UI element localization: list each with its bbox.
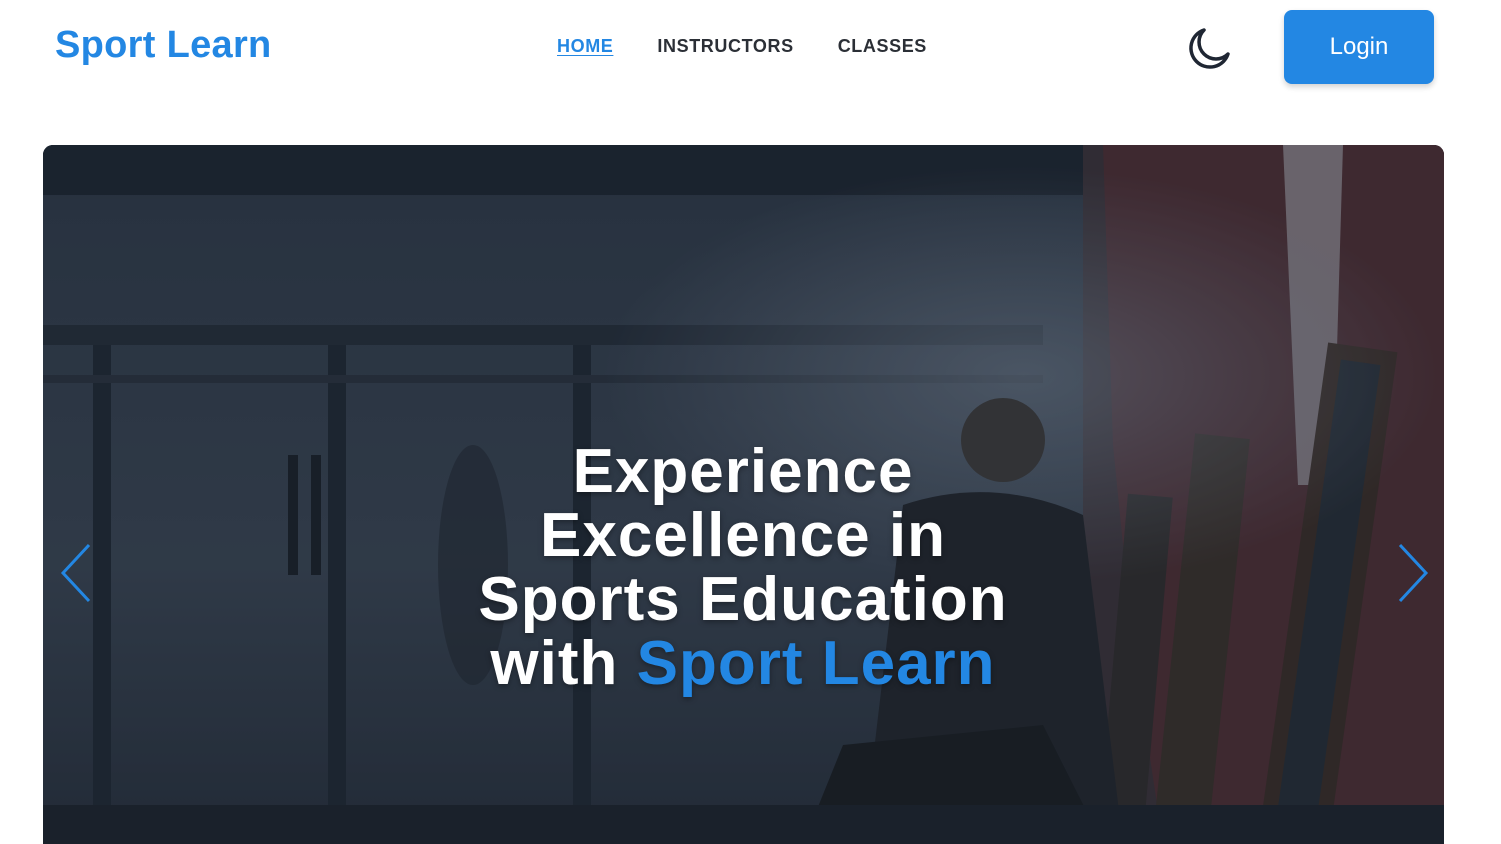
chevron-right-icon [1398,543,1429,603]
site-header: Sport Learn HOME INSTRUCTORS CLASSES Log… [0,0,1501,100]
hero-title-line1: Experience [572,437,914,506]
hero-title-with: with [490,629,637,698]
main-nav: HOME INSTRUCTORS CLASSES [557,36,927,57]
hero-title-line3: Sports Education [478,565,1008,634]
carousel-next-button[interactable] [1392,541,1432,605]
theme-toggle-button[interactable] [1183,24,1233,72]
chevron-left-icon [60,543,91,603]
login-button[interactable]: Login [1284,10,1434,84]
nav-home[interactable]: HOME [557,36,613,57]
hero-title: Experience Excellence in Sports Educatio… [423,440,1063,696]
hero-title-line2: Excellence in [540,501,946,570]
hero-title-accent: Sport Learn [636,629,996,698]
nav-instructors[interactable]: INSTRUCTORS [657,36,793,57]
moon-icon [1189,28,1230,69]
site-logo[interactable]: Sport Learn [55,24,272,67]
hero-carousel: Experience Excellence in Sports Educatio… [43,145,1444,844]
carousel-prev-button[interactable] [57,541,97,605]
nav-classes[interactable]: CLASSES [838,36,927,57]
